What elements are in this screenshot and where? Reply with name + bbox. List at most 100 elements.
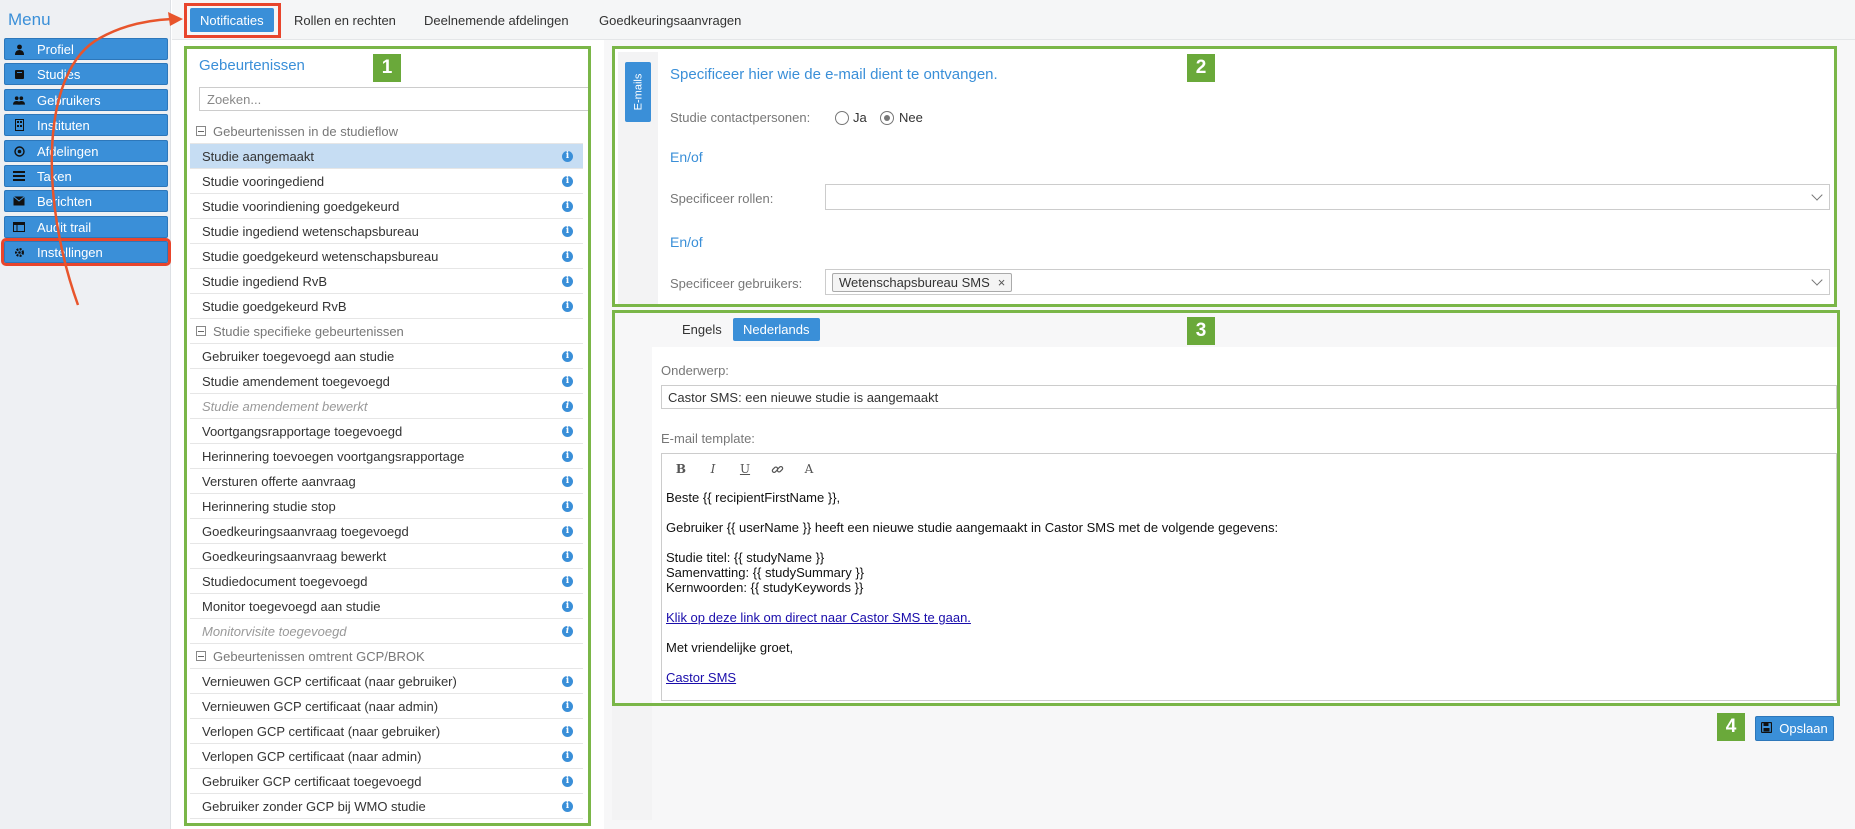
envelope-icon <box>13 195 25 207</box>
info-icon[interactable]: i <box>562 750 573 762</box>
tab-deelnemende-afdelingen[interactable]: Deelnemende afdelingen <box>414 8 579 32</box>
event-list-item[interactable]: Studie ingediend RvB i <box>190 269 583 294</box>
info-icon[interactable]: i <box>562 300 573 312</box>
event-list-item[interactable]: Studie amendement toegevoegd i <box>190 369 583 394</box>
info-icon[interactable]: i <box>562 525 573 537</box>
link-icon[interactable] <box>770 462 784 476</box>
collapse-icon[interactable] <box>196 126 206 136</box>
sidebar-item-label: Studies <box>37 66 81 82</box>
event-group-header[interactable]: Gebeurtenissen omtrent GCP/BROK <box>190 644 583 669</box>
collapse-icon[interactable] <box>196 651 206 661</box>
users-select[interactable]: Wetenschapsbureau SMS × <box>825 269 1830 295</box>
search-input[interactable] <box>200 88 588 110</box>
info-icon[interactable]: i <box>562 425 573 437</box>
info-icon[interactable]: i <box>562 550 573 562</box>
info-icon[interactable]: i <box>562 625 573 637</box>
sidebar-item-label: Audit trail <box>37 219 92 235</box>
tab-nederlands[interactable]: Nederlands <box>733 318 820 341</box>
info-icon[interactable]: i <box>562 775 573 787</box>
chevron-down-icon <box>1811 189 1823 201</box>
email-body[interactable]: Beste {{ recipientFirstName }}, Gebruike… <box>666 490 1826 685</box>
event-item-label: Gebruiker GCP certificaat toegevoegd <box>202 773 422 789</box>
event-item-label: Verlopen GCP certificaat (naar gebruiker… <box>202 723 441 739</box>
info-icon[interactable]: i <box>562 275 573 287</box>
event-group-header[interactable]: Gebeurtenissen in de studieflow <box>190 119 583 144</box>
annotation-badge-1: 1 <box>373 54 401 82</box>
sidebar-item-audit-trail[interactable]: Audit trail <box>4 216 168 238</box>
event-list-item[interactable]: Gebruiker GCP certificaat toegevoegd i <box>190 769 583 794</box>
body-signature-link[interactable]: Castor SMS <box>666 670 736 685</box>
event-list-item[interactable]: Monitor toegevoegd aan studie i <box>190 594 583 619</box>
info-icon[interactable]: i <box>562 175 573 187</box>
subject-input[interactable]: Castor SMS: een nieuwe studie is aangema… <box>661 385 1837 409</box>
info-icon[interactable]: i <box>562 575 573 587</box>
info-icon[interactable]: i <box>562 600 573 612</box>
event-list-item[interactable]: Studie aangemaakt i <box>190 144 583 169</box>
event-list-item[interactable]: Verlopen GCP certificaat (naar admin) i <box>190 744 583 769</box>
event-list-item[interactable]: Verlopen GCP certificaat (naar gebruiker… <box>190 719 583 744</box>
radio-nee[interactable] <box>880 111 894 125</box>
save-icon <box>1761 721 1773 736</box>
event-list-item[interactable]: Goedkeuringsaanvraag bewerkt i <box>190 544 583 569</box>
event-group-header[interactable]: Studie specifieke gebeurtenissen <box>190 319 583 344</box>
info-icon[interactable]: i <box>562 350 573 362</box>
event-list-item[interactable]: Vernieuwen GCP certificaat (naar admin) i <box>190 694 583 719</box>
event-list-item[interactable]: Gebruiker toegevoegd aan studie i <box>190 344 583 369</box>
event-list-item[interactable]: Gebruiker zonder GCP bij WMO studie i <box>190 794 583 819</box>
remove-tag-icon[interactable]: × <box>998 275 1006 290</box>
sidebar-item-instituten[interactable]: Instituten <box>4 114 168 136</box>
body-link[interactable]: Klik op deze link om direct naar Castor … <box>666 610 971 625</box>
event-list-item[interactable]: Voortgangsrapportage toegevoegd i <box>190 419 583 444</box>
event-list-item[interactable]: Herinnering toevoegen voortgangsrapporta… <box>190 444 583 469</box>
info-icon[interactable]: i <box>562 675 573 687</box>
event-item-label: Herinnering studie stop <box>202 498 336 514</box>
event-list-item[interactable]: Studie amendement bewerkt i <box>190 394 583 419</box>
info-icon[interactable]: i <box>562 500 573 512</box>
sidebar-item-taken[interactable]: Taken <box>4 165 168 187</box>
info-icon[interactable]: i <box>562 200 573 212</box>
info-icon[interactable]: i <box>562 800 573 812</box>
event-list-item[interactable]: Monitorvisite toegevoegd i <box>190 619 583 644</box>
info-icon[interactable]: i <box>562 725 573 737</box>
bold-button[interactable]: B <box>674 462 688 476</box>
tab-engels[interactable]: Engels <box>672 318 732 341</box>
tab-rollen-en-rechten[interactable]: Rollen en rechten <box>284 8 406 32</box>
info-icon[interactable]: i <box>562 375 573 387</box>
email-template-editor[interactable]: B I U A Beste {{ recipientFirstName }}, … <box>661 453 1837 701</box>
sidebar-item-berichten[interactable]: Berichten <box>4 190 168 212</box>
scrollbar-thumb[interactable] <box>589 163 591 826</box>
radio-ja[interactable] <box>835 111 849 125</box>
underline-button[interactable]: U <box>738 462 752 476</box>
event-list-item[interactable]: Studie ingediend wetenschapsbureau i <box>190 219 583 244</box>
event-list-item[interactable]: Versturen offerte aanvraag i <box>190 469 583 494</box>
tab-e-mails[interactable]: E-mails <box>625 62 651 122</box>
event-list-item[interactable]: Studie vooringediend i <box>190 169 583 194</box>
sidebar-item-studies[interactable]: Studies <box>4 63 168 85</box>
info-icon[interactable]: i <box>562 250 573 262</box>
sidebar-item-afdelingen[interactable]: Afdelingen <box>4 140 168 162</box>
italic-button[interactable]: I <box>706 462 720 476</box>
event-list-item[interactable]: Studie voorindiening goedgekeurd i <box>190 194 583 219</box>
sidebar-item-instellingen[interactable]: Instellingen <box>1 238 171 266</box>
info-icon[interactable]: i <box>562 700 573 712</box>
font-button[interactable]: A <box>802 462 816 476</box>
event-list-item[interactable]: Studie goedgekeurd wetenschapsbureau i <box>190 244 583 269</box>
event-list-item[interactable]: Herinnering studie stop i <box>190 494 583 519</box>
event-list-item[interactable]: Studie goedgekeurd RvB i <box>190 294 583 319</box>
event-item-label: Studie amendement toegevoegd <box>202 373 390 389</box>
info-icon[interactable]: i <box>562 225 573 237</box>
event-item-label: Studie aangemaakt <box>202 148 315 164</box>
tab-goedkeuringsaanvragen[interactable]: Goedkeuringsaanvragen <box>589 8 751 32</box>
event-list-item[interactable]: Studiedocument toegevoegd i <box>190 569 583 594</box>
sidebar-item-profiel[interactable]: Profiel <box>4 38 168 60</box>
info-icon[interactable]: i <box>562 475 573 487</box>
info-icon[interactable]: i <box>562 450 573 462</box>
info-icon[interactable]: i <box>562 150 573 162</box>
save-button[interactable]: Opslaan <box>1755 716 1834 741</box>
event-list-item[interactable]: Goedkeuringsaanvraag toegevoegd i <box>190 519 583 544</box>
info-icon[interactable]: i <box>562 400 573 412</box>
roles-select[interactable] <box>825 184 1830 210</box>
event-list-item[interactable]: Vernieuwen GCP certificaat (naar gebruik… <box>190 669 583 694</box>
collapse-icon[interactable] <box>196 326 206 336</box>
sidebar-item-gebruikers[interactable]: Gebruikers <box>4 89 168 111</box>
